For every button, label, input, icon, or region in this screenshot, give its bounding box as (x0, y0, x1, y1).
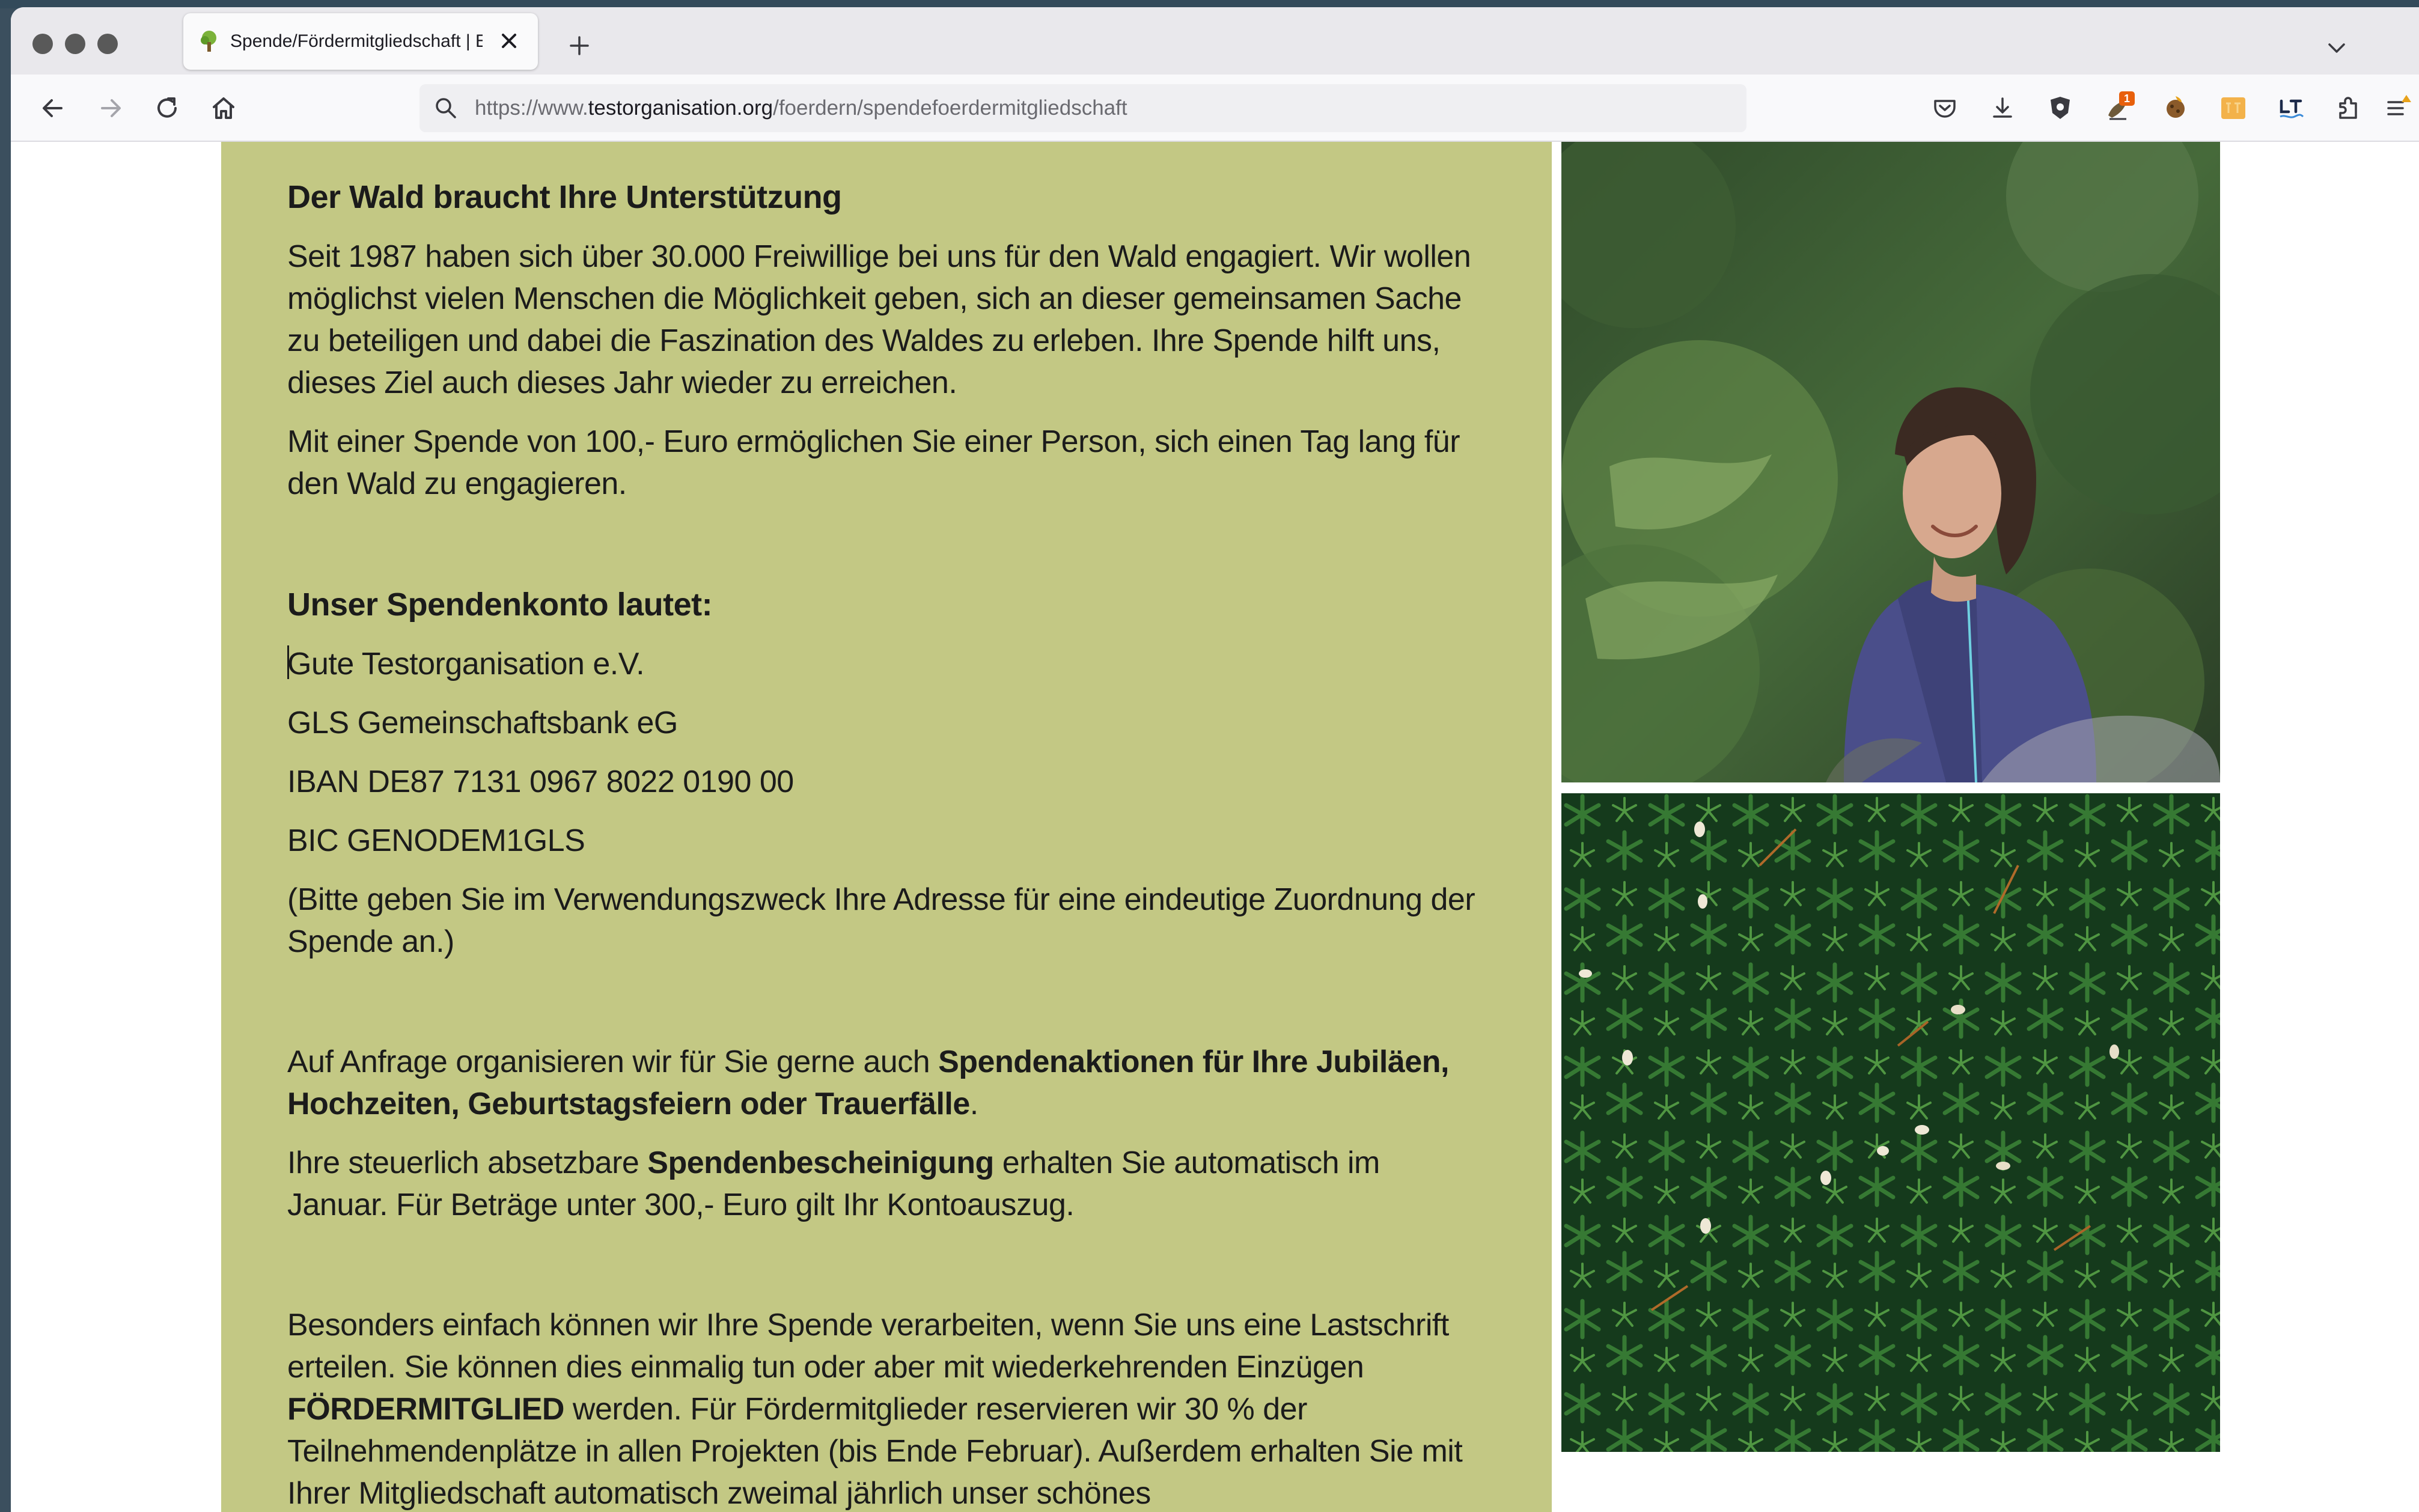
account-iban: IBAN DE87 7131 0967 8022 0190 00 (287, 764, 794, 799)
translate-extension-icon[interactable] (2216, 91, 2250, 125)
tab-title: Spende/Fördermitgliedschaft | E (230, 31, 483, 51)
shield-icon[interactable] (2043, 91, 2077, 125)
notification-badge: 1 (2119, 91, 2135, 106)
window-minimize-dot[interactable] (65, 34, 85, 54)
section-heading-account: Unser Spendenkonto lautet: (287, 587, 713, 623)
tree-icon (199, 30, 219, 53)
paragraph-intro: Seit 1987 haben sich über 30.000 Freiwil… (287, 239, 1471, 400)
account-holder[interactable]: Gute Testorganisation e.V. (287, 643, 1483, 685)
reload-icon[interactable] (148, 89, 186, 127)
section-heading-support: Der Wald braucht Ihre Unterstützung (287, 179, 842, 215)
puzzle-icon[interactable] (2332, 91, 2366, 125)
article-text: Der Wald braucht Ihre Unterstützung Seit… (287, 175, 1483, 1512)
search-icon (433, 95, 459, 121)
photo-moss-closeup (1561, 793, 2220, 1452)
paragraph-fundraising: Auf Anfrage organisieren wir für Sie ger… (287, 1044, 1449, 1121)
cookie-icon[interactable] (2159, 91, 2192, 125)
extension-badge-icon[interactable]: 1 (2101, 91, 2135, 125)
paragraph-donation-amount: Mit einer Spende von 100,- Euro ermöglic… (287, 424, 1460, 501)
home-icon[interactable] (204, 89, 243, 127)
account-bic: BIC GENODEM1GLS (287, 823, 585, 858)
content-column: Der Wald braucht Ihre Unterstützung Seit… (221, 142, 1552, 1512)
paragraph-receipt: Ihre steuerlich absetzbare Spendenbesche… (287, 1145, 1380, 1222)
arrow-left-icon[interactable] (34, 89, 72, 127)
window-close-dot[interactable] (32, 34, 53, 54)
url-text: https://www.testorganisation.org/foerder… (475, 96, 1127, 120)
tab-active[interactable]: Spende/Fördermitgliedschaft | E (183, 13, 538, 70)
window-zoom-dot[interactable] (97, 34, 118, 54)
plus-icon[interactable] (565, 31, 594, 60)
language-tool-icon[interactable] (2274, 91, 2308, 125)
hamburger-menu-icon[interactable] (2382, 91, 2416, 125)
account-note: (Bitte geben Sie im Verwendungszweck Ihr… (287, 882, 1475, 959)
address-bar[interactable]: https://www.testorganisation.org/foerder… (419, 84, 1746, 132)
browser-window: Spende/Fördermitgliedschaft | E https://… (11, 7, 2419, 1512)
tab-strip: Spende/Fördermitgliedschaft | E (11, 7, 2419, 75)
download-icon[interactable] (1986, 91, 2019, 125)
paragraph-membership: Besonders einfach können wir Ihre Spende… (287, 1308, 1463, 1511)
pocket-icon[interactable] (1928, 91, 1962, 125)
close-icon[interactable] (495, 26, 523, 55)
navigation-bar: https://www.testorganisation.org/foerder… (11, 75, 2419, 142)
photo-woman-in-forest (1561, 142, 2220, 782)
page-viewport: Der Wald braucht Ihre Unterstützung Seit… (11, 142, 2419, 1512)
chevron-down-icon[interactable] (2322, 34, 2351, 62)
arrow-right-icon[interactable] (91, 89, 130, 127)
account-bank: GLS Gemeinschaftsbank eG (287, 706, 678, 740)
